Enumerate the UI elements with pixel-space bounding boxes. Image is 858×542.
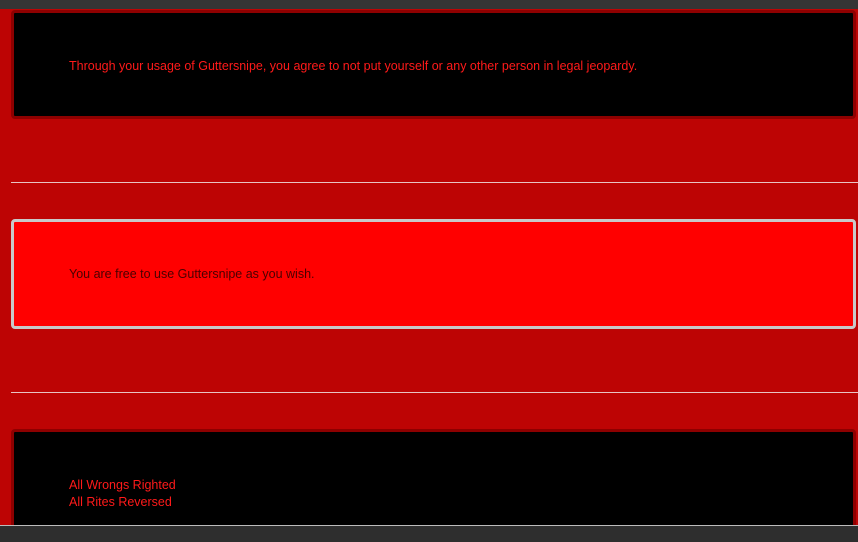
footer-panel: All Wrongs Righted All Rites Reversed — [11, 429, 856, 525]
footer-text: All Wrongs Righted All Rites Reversed — [69, 477, 176, 511]
footer-line-rites: All Rites Reversed — [69, 495, 172, 509]
window-bottom-bar — [0, 525, 858, 542]
license-notice-text: You are free to use Guttersnipe as you w… — [69, 267, 315, 281]
section-divider — [11, 392, 858, 393]
legal-notice-text: Through your usage of Guttersnipe, you a… — [69, 59, 638, 73]
footer-line-wrongs: All Wrongs Righted — [69, 478, 176, 492]
section-divider — [11, 182, 858, 183]
license-notice-panel: You are free to use Guttersnipe as you w… — [11, 219, 856, 329]
page-content[interactable]: Through your usage of Guttersnipe, you a… — [0, 9, 858, 525]
legal-notice-panel: Through your usage of Guttersnipe, you a… — [11, 10, 856, 119]
